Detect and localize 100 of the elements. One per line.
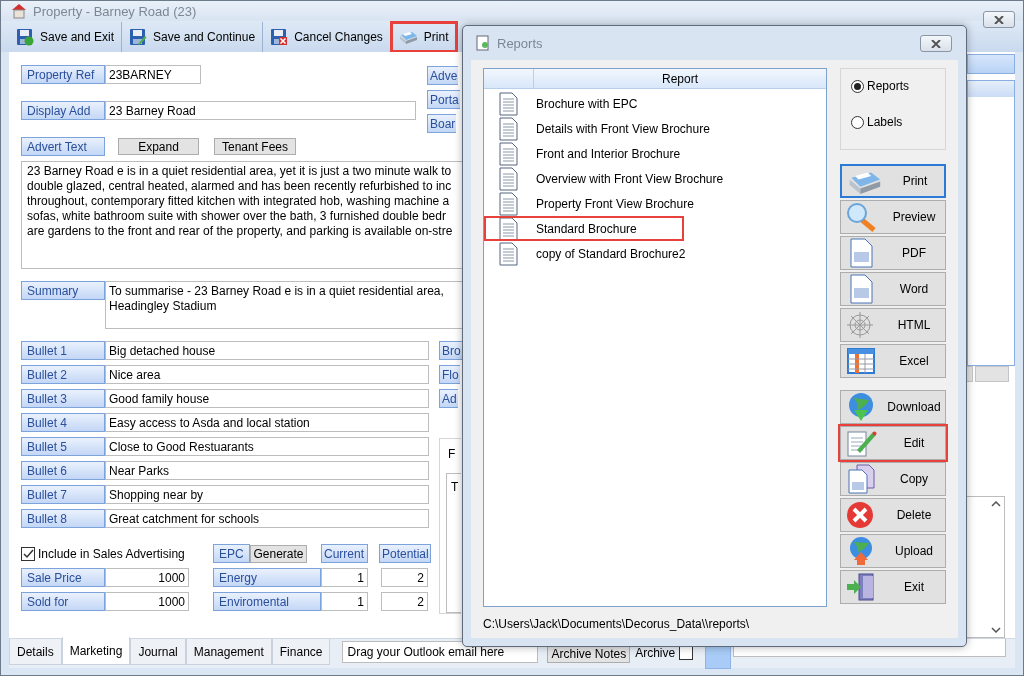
close-button[interactable] xyxy=(920,35,952,52)
dialog-button[interactable]: Word xyxy=(840,272,946,306)
tab[interactable]: Details xyxy=(9,639,62,665)
dialog-button[interactable]: Download xyxy=(840,390,946,424)
side-button[interactable]: Adve xyxy=(427,66,459,85)
dialog-button[interactable]: Delete xyxy=(840,498,946,532)
report-item[interactable]: Details with Front View Brochure xyxy=(484,116,826,141)
text-line: double glazed, central heated, alarmed and has been recently refurbished to inc xyxy=(27,179,453,194)
column-header: Report xyxy=(661,70,699,88)
document-icon xyxy=(498,141,518,166)
dialog-button[interactable]: Preview xyxy=(840,200,946,234)
dialog-button[interactable]: Exit xyxy=(840,570,946,604)
number-field[interactable]: 1 xyxy=(321,592,368,611)
checkbox-label: Include in Sales Advertising xyxy=(38,546,185,561)
text-field[interactable]: Near Parks xyxy=(105,461,429,480)
report-item[interactable]: Brochure with EPC xyxy=(484,91,826,116)
radio-label: Labels xyxy=(867,115,903,129)
text-line: 23 Barney Road e is in a quiet residential area, yet it is just a two minute walk to xyxy=(27,164,453,179)
field-label: Bullet 4 xyxy=(21,413,105,432)
document-icon xyxy=(498,166,518,191)
house-icon xyxy=(11,3,27,19)
checkbox[interactable] xyxy=(21,546,35,561)
close-button[interactable] xyxy=(983,11,1015,28)
dialog-button[interactable]: Copy xyxy=(840,462,946,496)
generate-button[interactable]: Generate xyxy=(250,544,307,563)
dialog-button[interactable]: HTML xyxy=(840,308,946,342)
number-field[interactable]: 1000 xyxy=(105,568,189,587)
close-icon xyxy=(994,15,1004,24)
field-label: Advert Text xyxy=(21,137,105,156)
text-field[interactable]: Easy access to Asda and local station xyxy=(105,413,429,432)
radio-button[interactable] xyxy=(851,115,864,129)
field-label: Bullet 6 xyxy=(21,461,105,480)
tab[interactable]: Journal xyxy=(130,639,186,665)
report-item[interactable]: copy of Standard Brochure2 xyxy=(484,241,826,266)
side-button[interactable]: Ad xyxy=(439,389,458,408)
text-field[interactable]: 23 Barney Road xyxy=(105,101,416,120)
tab[interactable]: Marketing xyxy=(61,637,131,665)
path-text: C:\Users\Jack\Documents\Decorus_Data\\reports\ xyxy=(483,617,751,631)
side-button[interactable]: Boar xyxy=(427,114,457,133)
field-label: Bullet 7 xyxy=(21,485,105,504)
text-line: Headingley Stadium xyxy=(109,299,218,314)
text-field[interactable]: 23BARNEY xyxy=(105,65,201,84)
field-label: Bullet 5 xyxy=(21,437,105,456)
side-button[interactable]: Flo xyxy=(439,365,460,384)
notepad-pencil-icon xyxy=(845,428,879,458)
report-icon xyxy=(475,35,491,51)
dialog-button[interactable]: Edit xyxy=(840,426,946,460)
radio-label: Reports xyxy=(867,79,910,93)
side-button[interactable]: Bro xyxy=(439,341,462,360)
number-field[interactable]: 2 xyxy=(381,568,428,587)
text-line: are gardens to the front and rear of the property, and parking is available on-stre xyxy=(27,224,454,239)
field-label: Display Add xyxy=(21,101,105,120)
number-field[interactable]: 2 xyxy=(381,592,428,611)
text-line: sofas, white bathroom suite with shower over the bath, 3 furnished double bedr xyxy=(27,209,447,224)
advert-text-area[interactable] xyxy=(21,161,463,269)
drop-field[interactable]: Drag your Outlook email here xyxy=(342,641,539,663)
field-label: Bullet 8 xyxy=(21,509,105,528)
summary-text-area[interactable]: To summarise - 23 Barney Road e is in a quiet residential area, Headingley Stadium xyxy=(105,281,463,329)
dialog-button[interactable]: Print xyxy=(840,164,946,198)
document-icon xyxy=(498,241,518,266)
dialog-button[interactable]: Excel xyxy=(840,344,946,378)
toolbar-button[interactable]: Print xyxy=(390,22,457,52)
field-label: Bullet 2 xyxy=(21,365,105,384)
report-item[interactable]: Overview with Front View Brochure xyxy=(484,166,826,191)
text-line: To summarise - 23 Barney Road e is in a quiet residential area, xyxy=(109,284,445,299)
text-field[interactable]: Big detached house xyxy=(105,341,429,360)
text-field[interactable]: Close to Good Restuarants xyxy=(105,437,429,456)
dialog-button[interactable]: PDF xyxy=(840,236,946,270)
field-label: EPC xyxy=(213,544,250,563)
radio-button[interactable] xyxy=(851,79,864,93)
report-item[interactable]: Front and Interior Brochure xyxy=(484,141,826,166)
side-button[interactable]: Porta xyxy=(427,90,460,109)
text-line: throughout, contemporary fitted kitchen with integrated hob, washing machine a xyxy=(27,194,451,209)
field-label: Sold for xyxy=(21,592,105,611)
notes-area[interactable] xyxy=(965,496,1005,638)
tab[interactable]: Finance xyxy=(271,639,331,665)
report-item[interactable]: Standard Brochure xyxy=(484,216,684,241)
expand-button[interactable]: Expand xyxy=(118,138,199,155)
document-icon xyxy=(498,91,518,116)
chevron-down-icon xyxy=(991,627,1001,633)
number-field[interactable]: 1000 xyxy=(105,592,189,611)
group-title: F xyxy=(448,447,457,461)
text-area[interactable]: T xyxy=(446,473,461,613)
field-label: Enviromental xyxy=(213,592,321,611)
text-field[interactable]: Shopping near by xyxy=(105,485,429,504)
document-icon xyxy=(498,216,518,241)
report-item[interactable]: Property Front View Brochure xyxy=(484,191,826,216)
text-field[interactable]: Great catchment for schools xyxy=(105,509,429,528)
dialog-button[interactable]: Upload xyxy=(840,534,946,568)
number-field[interactable]: 1 xyxy=(321,568,368,587)
field-label: Summary xyxy=(21,281,105,300)
field-label: Bullet 3 xyxy=(21,389,105,408)
column-header: Current xyxy=(321,544,368,563)
text-field[interactable]: Nice area xyxy=(105,365,429,384)
text-field[interactable]: Good family house xyxy=(105,389,429,408)
save-icon xyxy=(129,28,148,46)
tab[interactable]: Management xyxy=(185,639,272,665)
column-header: Potential xyxy=(379,544,431,563)
tenant-fees-button[interactable]: Tenant Fees xyxy=(214,138,296,155)
printer-icon xyxy=(397,29,418,45)
